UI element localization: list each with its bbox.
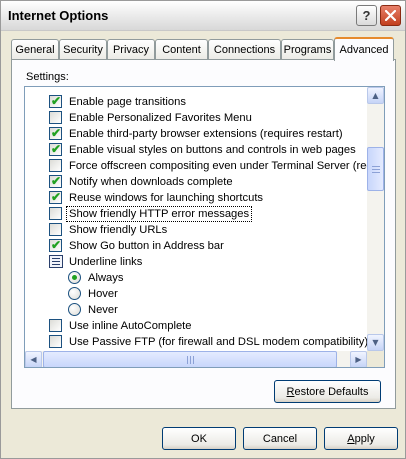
setting-label: Enable visual styles on buttons and cont… — [69, 144, 356, 156]
chevron-down-icon: ▼ — [372, 338, 379, 347]
setting-label: Notify when downloads complete — [69, 176, 233, 188]
setting-visual-styles[interactable]: ✔ Enable visual styles on buttons and co… — [25, 142, 367, 158]
close-icon — [385, 10, 396, 21]
checkbox[interactable] — [49, 319, 62, 332]
setting-third-party-extensions[interactable]: ✔ Enable third-party browser extensions … — [25, 126, 367, 142]
setting-label: Never — [88, 304, 118, 316]
tab-privacy[interactable]: Privacy — [107, 39, 155, 59]
checkmark-icon: ✔ — [50, 174, 62, 188]
vertical-scroll-thumb[interactable] — [367, 147, 384, 191]
setting-enable-page-transitions[interactable]: ✔ Enable page transitions — [25, 94, 367, 110]
setting-label: Force offscreen compositing even under T… — [69, 160, 367, 172]
title-bar[interactable]: Internet Options ? — [1, 1, 405, 31]
question-icon: ? — [362, 8, 371, 23]
settings-list[interactable]: ✔ Enable page transitions Enable Persona… — [24, 86, 385, 368]
checkbox[interactable]: ✔ — [49, 126, 62, 140]
scroll-up-button[interactable]: ▲ — [367, 87, 384, 104]
setting-label: Enable page transitions — [69, 96, 186, 108]
checkbox[interactable]: ✔ — [49, 142, 62, 156]
checkbox[interactable] — [49, 223, 62, 236]
tab-connections[interactable]: Connections — [208, 39, 281, 59]
setting-go-button[interactable]: ✔ Show Go button in Address bar — [25, 238, 367, 254]
checkbox[interactable]: ✔ — [49, 238, 62, 252]
scrollbar-corner — [367, 351, 384, 367]
ok-label: OK — [191, 432, 207, 445]
setting-group-label: Underline links — [69, 256, 143, 268]
tab-general[interactable]: General — [11, 39, 59, 59]
scroll-left-button[interactable]: ◀ — [25, 351, 42, 367]
setting-notify-downloads[interactable]: ✔ Notify when downloads complete — [25, 174, 367, 190]
horizontal-scroll-thumb[interactable] — [43, 351, 337, 367]
ok-button[interactable]: OK — [162, 427, 236, 450]
setting-group-underline-links: Underline links — [25, 254, 367, 270]
tab-advanced[interactable]: Advanced — [334, 37, 394, 61]
chevron-right-icon: ▶ — [355, 355, 362, 364]
radio-button[interactable] — [68, 271, 81, 284]
setting-label: Enable Personalized Favorites Menu — [69, 112, 252, 124]
apply-button[interactable]: Apply — [324, 427, 398, 450]
window-title: Internet Options — [8, 8, 109, 23]
close-button[interactable] — [380, 5, 401, 26]
settings-list-viewport: ✔ Enable page transitions Enable Persona… — [25, 87, 367, 351]
restore-defaults-label: estore Defaults — [294, 385, 369, 398]
setting-label: Show friendly URLs — [69, 224, 168, 236]
setting-label: Show Go button in Address bar — [69, 240, 224, 252]
settings-label: Settings: — [26, 71, 69, 83]
group-options-icon — [49, 255, 63, 268]
tab-security[interactable]: Security — [59, 39, 107, 59]
checkbox[interactable] — [49, 111, 62, 124]
advanced-tab-panel: Settings: ✔ Enable page transitions Enab… — [11, 59, 396, 409]
restore-defaults-button[interactable]: Restore Defaults — [274, 380, 381, 403]
checkbox[interactable]: ✔ — [49, 94, 62, 108]
checkbox[interactable] — [49, 335, 62, 348]
mnemonic-a: A — [347, 432, 355, 445]
setting-label: Always — [88, 272, 124, 284]
setting-label: Hover — [88, 288, 118, 300]
tab-programs[interactable]: Programs — [281, 39, 334, 59]
cancel-button[interactable]: Cancel — [243, 427, 317, 450]
setting-label: Use Passive FTP (for firewall and DSL mo… — [69, 336, 367, 348]
chevron-up-icon: ▲ — [372, 91, 379, 100]
apply-label: pply — [354, 432, 375, 445]
setting-label: Show friendly HTTP error messages — [65, 206, 253, 222]
setting-friendly-urls[interactable]: Show friendly URLs — [25, 222, 367, 238]
setting-friendly-http-errors[interactable]: Show friendly HTTP error messages — [25, 206, 367, 222]
chevron-left-icon: ◀ — [30, 355, 37, 364]
checkmark-icon: ✔ — [50, 142, 62, 156]
checkbox[interactable] — [49, 159, 62, 172]
checkmark-icon: ✔ — [50, 94, 62, 108]
horizontal-scrollbar[interactable]: ◀ ▶ — [25, 351, 367, 367]
cancel-label: Cancel — [262, 432, 298, 445]
setting-label: Enable third-party browser extensions (r… — [69, 128, 343, 140]
setting-underline-always[interactable]: Always — [25, 270, 367, 286]
internet-options-dialog: Internet Options ? General Security Priv… — [0, 0, 406, 459]
setting-offscreen-compositing[interactable]: Force offscreen compositing even under T… — [25, 158, 367, 174]
setting-reuse-windows[interactable]: ✔ Reuse windows for launching shortcuts — [25, 190, 367, 206]
checkbox[interactable]: ✔ — [49, 190, 62, 204]
checkbox[interactable] — [49, 207, 62, 220]
checkbox[interactable]: ✔ — [49, 174, 62, 188]
setting-passive-ftp[interactable]: Use Passive FTP (for firewall and DSL mo… — [25, 334, 367, 350]
setting-personalized-favorites-menu[interactable]: Enable Personalized Favorites Menu — [25, 110, 367, 126]
radio-selected-dot — [72, 275, 77, 280]
setting-label: Use inline AutoComplete — [69, 320, 192, 332]
radio-button[interactable] — [68, 303, 81, 316]
mnemonic-r: R — [286, 385, 295, 398]
setting-inline-autocomplete[interactable]: Use inline AutoComplete — [25, 318, 367, 334]
checkmark-icon: ✔ — [50, 190, 62, 204]
scroll-right-button[interactable]: ▶ — [350, 351, 367, 367]
tab-content[interactable]: Content — [155, 39, 208, 59]
setting-label: Reuse windows for launching shortcuts — [69, 192, 264, 204]
scroll-down-button[interactable]: ▼ — [367, 334, 384, 351]
help-button[interactable]: ? — [356, 5, 377, 26]
checkmark-icon: ✔ — [50, 126, 62, 140]
radio-button[interactable] — [68, 287, 81, 300]
checkmark-icon: ✔ — [50, 238, 62, 252]
vertical-scrollbar[interactable]: ▲ ▼ — [367, 87, 384, 351]
setting-underline-never[interactable]: Never — [25, 302, 367, 318]
setting-underline-hover[interactable]: Hover — [25, 286, 367, 302]
